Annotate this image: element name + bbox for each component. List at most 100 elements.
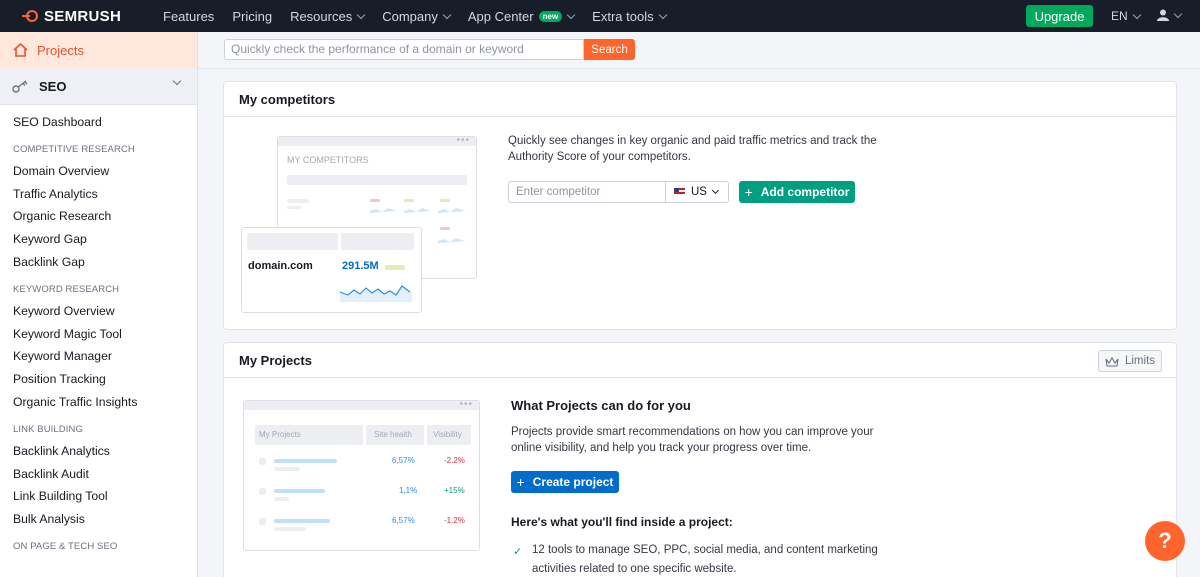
plus-icon: +	[744, 184, 753, 200]
mock-row-bar	[274, 459, 337, 463]
us-flag-icon	[674, 188, 685, 196]
inside-project-heading: Here's what you'll find inside a project…	[511, 515, 733, 529]
mock-domain: domain.com	[248, 260, 313, 272]
competitors-illustration-front: domain.com 291.5M	[241, 227, 422, 313]
plus-icon: +	[516, 474, 525, 490]
projects-description: Projects provide smart recommendations o…	[511, 426, 874, 454]
feature-list-item: ✓ 12 tools to manage SEO, PPC, social me…	[513, 541, 892, 577]
mock-window-bar: •••	[244, 399, 479, 410]
mock-row-checkbox	[259, 458, 266, 465]
nav-extra-tools[interactable]: Extra tools	[592, 9, 667, 24]
search-button[interactable]: Search	[584, 39, 635, 60]
divider	[198, 68, 1200, 69]
create-project-button[interactable]: + Create project	[511, 471, 619, 493]
sidebar-item-label: Projects	[37, 42, 84, 58]
language-selector[interactable]: EN	[1111, 9, 1141, 23]
sidebar-seo-toggle[interactable]: SEO	[0, 68, 197, 105]
nav-company[interactable]: Company	[382, 8, 452, 24]
sidebar-item-domain-overview[interactable]: Domain Overview	[0, 160, 197, 183]
nav-resources[interactable]: Resources	[290, 9, 366, 24]
upgrade-button[interactable]: Upgrade	[1026, 5, 1093, 27]
sidebar-item-organic-traffic-insights[interactable]: Organic Traffic Insights	[0, 391, 197, 414]
button-label: Limits	[1124, 355, 1156, 367]
new-badge: new	[538, 10, 563, 22]
chevron-down-icon	[442, 10, 452, 19]
sidebar-section-heading: LINK BUILDING	[13, 423, 83, 435]
competitors-card-title: My competitors	[224, 82, 1176, 117]
language-label: EN	[1111, 9, 1128, 23]
help-button[interactable]: ?	[1145, 521, 1185, 561]
sidebar-item-link-building-tool[interactable]: Link Building Tool	[0, 485, 197, 508]
chevron-down-icon	[356, 10, 366, 19]
chevron-down-icon	[172, 76, 182, 86]
seo-key-icon	[12, 80, 28, 93]
mock-header: MY COMPETITORS	[287, 155, 369, 165]
mock-visibility: -2.2%	[444, 456, 465, 465]
sidebar-item-organic-research[interactable]: Organic Research	[0, 205, 197, 228]
sidebar-item-backlink-gap[interactable]: Backlink Gap	[0, 251, 197, 274]
mock-site-health: 1,1%	[399, 486, 418, 495]
sidebar-item-backlink-audit[interactable]: Backlink Audit	[0, 463, 197, 486]
brand-name: SEMRUSH	[44, 7, 122, 25]
sidebar-item-position-tracking[interactable]: Position Tracking	[0, 368, 197, 391]
mock-window-bar: •••	[278, 135, 476, 146]
sidebar-item-projects[interactable]: Projects	[0, 32, 197, 68]
country-select[interactable]: US	[665, 181, 729, 203]
sidebar-item-seo-dashboard[interactable]: SEO Dashboard	[0, 111, 197, 134]
mock-col-site-health: Site health	[374, 430, 412, 439]
sidebar-item-backlink-analytics[interactable]: Backlink Analytics	[0, 440, 197, 463]
feature-text: 12 tools to manage SEO, PPC, social medi…	[532, 544, 878, 575]
mock-row-bar	[274, 467, 300, 471]
competitors-card: My competitors ••• MY COMPETITORS domain…	[223, 81, 1177, 330]
nav-app-center[interactable]: App Center new	[468, 9, 576, 24]
competitors-description: Quickly see changes in key organic and p…	[508, 135, 877, 163]
add-competitor-button[interactable]: + Add competitor	[739, 181, 855, 203]
sidebar-seo-label: SEO	[39, 78, 67, 94]
home-icon	[13, 43, 28, 57]
sidebar-item-keyword-manager[interactable]: Keyword Manager	[0, 345, 197, 368]
button-label: Add competitor	[760, 185, 850, 199]
projects-heading: What Projects can do for you	[511, 398, 691, 413]
competitor-input[interactable]: Enter competitor	[508, 181, 666, 203]
mock-row-bar	[274, 497, 289, 501]
chevron-down-icon	[1173, 9, 1183, 18]
crown-icon	[1105, 356, 1119, 367]
top-navigation-bar: SEMRUSH Features Pricing Resources Compa…	[0, 0, 1200, 32]
chevron-down-icon	[1132, 10, 1141, 19]
mock-visibility: +15%	[444, 486, 465, 495]
semrush-logo[interactable]: SEMRUSH	[22, 8, 140, 25]
chevron-down-icon	[658, 10, 667, 19]
mock-site-health: 6,57%	[392, 516, 415, 525]
sidebar-section-heading: KEYWORD RESEARCH	[13, 283, 120, 295]
projects-card: My Projects Limits ••• My Projects Site …	[223, 342, 1177, 577]
country-label: US	[691, 186, 707, 198]
domain-keyword-search-input[interactable]: Quickly check the performance of a domai…	[224, 39, 584, 60]
more-dots-icon: •••	[456, 135, 470, 146]
button-label: Create project	[532, 475, 614, 489]
projects-illustration: ••• My Projects Site health Visibility 6…	[243, 399, 480, 551]
mock-col-visibility: Visibility	[433, 430, 462, 439]
nav-features[interactable]: Features	[163, 9, 214, 24]
user-menu[interactable]	[1157, 9, 1183, 21]
mock-bar	[385, 265, 405, 270]
mock-bar	[287, 175, 467, 185]
sidebar-section-heading: COMPETITIVE RESEARCH	[13, 143, 135, 155]
mock-row-checkbox	[259, 518, 266, 525]
sidebar-item-traffic-analytics[interactable]: Traffic Analytics	[0, 183, 197, 206]
sidebar-item-keyword-gap[interactable]: Keyword Gap	[0, 228, 197, 251]
sidebar-section-heading: ON PAGE & TECH SEO	[13, 540, 118, 552]
checkmark-icon: ✓	[513, 546, 523, 558]
sidebar-item-bulk-analysis[interactable]: Bulk Analysis	[0, 508, 197, 531]
sidebar-item-keyword-magic-tool[interactable]: Keyword Magic Tool	[0, 323, 197, 346]
sidebar-item-keyword-overview[interactable]: Keyword Overview	[0, 300, 197, 323]
limits-button[interactable]: Limits	[1098, 350, 1162, 372]
mock-bar	[341, 233, 414, 250]
chevron-down-icon	[711, 186, 720, 195]
chevron-down-icon	[566, 10, 576, 19]
sidebar: Projects SEO SEO Dashboard COMPETITIVE R…	[0, 32, 198, 577]
semrush-flame-icon	[22, 10, 38, 22]
nav-pricing[interactable]: Pricing	[232, 9, 272, 24]
nav-label: Company	[382, 8, 438, 24]
nav-label: Pricing	[232, 8, 273, 24]
mock-row-bar	[274, 527, 306, 531]
